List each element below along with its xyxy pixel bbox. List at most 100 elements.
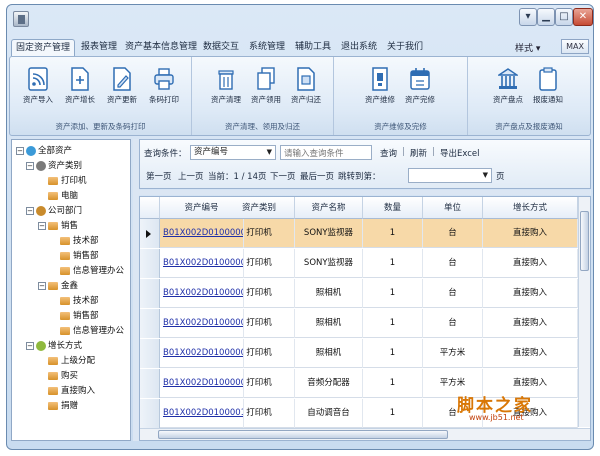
table-row[interactable]: B01X002D01000007 打印机 照相机 1 台直接购入 xyxy=(140,309,578,338)
house-icon xyxy=(36,205,46,216)
query-field-select[interactable]: 资产编号 ▼ xyxy=(190,145,276,160)
collapse-icon[interactable]: − xyxy=(26,161,34,170)
table-cell: 台 xyxy=(423,219,483,248)
tree-node-finance-group[interactable]: − 金鑫 xyxy=(38,279,78,293)
print-barcode-button[interactable]: 条码打印 xyxy=(144,67,184,105)
folder-icon xyxy=(60,251,70,260)
last-page-button[interactable]: 最后一页 xyxy=(300,170,334,182)
query-input[interactable] xyxy=(280,145,372,160)
tree-node-info-office-2[interactable]: 信息管理办公 xyxy=(60,324,124,338)
tree-node-printer[interactable]: 打印机 xyxy=(48,174,87,188)
collapse-icon[interactable]: − xyxy=(16,146,24,155)
tree-node-info-office[interactable]: 信息管理办公 xyxy=(60,264,124,278)
tree-node-sales-dept-2[interactable]: 销售部 xyxy=(60,309,99,323)
add-asset-button[interactable]: 资产增长 xyxy=(60,67,100,105)
tab-asset-management[interactable]: 固定资产管理 xyxy=(11,39,75,56)
chevron-down-icon: ▼ xyxy=(266,148,272,156)
tab-asset-info[interactable]: 资产基本信息管理 xyxy=(125,39,197,56)
tab-reports[interactable]: 报表管理 xyxy=(79,39,119,56)
row-header[interactable] xyxy=(140,309,160,338)
repair-asset-button[interactable]: 资产维修 xyxy=(360,67,400,105)
chevron-down-icon: ▼ xyxy=(482,171,488,179)
tree-node-sales-dept[interactable]: 销售部 xyxy=(60,249,99,263)
jump-page-select[interactable]: ▼ xyxy=(408,168,492,183)
tab-exit[interactable]: 退出系统 xyxy=(339,39,379,56)
first-page-button[interactable]: 第一页 xyxy=(146,170,172,182)
row-header[interactable] xyxy=(140,249,160,278)
folder-icon xyxy=(48,281,58,290)
table-cell: 照相机 xyxy=(295,309,363,338)
table-cell: 打印机 xyxy=(224,249,295,278)
tab-tools[interactable]: 辅助工具 xyxy=(293,39,333,56)
column-header[interactable]: 资产类别 xyxy=(224,197,295,219)
prev-page-button[interactable]: 上一页 xyxy=(178,170,204,182)
next-page-button[interactable]: 下一页 xyxy=(270,170,296,182)
collapse-icon[interactable]: − xyxy=(26,341,34,350)
collapse-grip[interactable] xyxy=(139,190,591,195)
tree-node-growth[interactable]: − 增长方式 xyxy=(26,339,82,353)
clear-asset-button[interactable]: 资产清理 xyxy=(206,67,246,105)
group-label-repair: 资产维修及完修 xyxy=(374,122,427,131)
tree-node-computer[interactable]: 电脑 xyxy=(48,189,78,203)
row-header[interactable] xyxy=(140,219,160,248)
tree-node-sales-group[interactable]: − 销售 xyxy=(38,219,78,233)
row-header[interactable] xyxy=(140,339,160,368)
max-button[interactable]: MAX xyxy=(561,39,589,54)
export-excel-button[interactable]: 导出Excel xyxy=(440,147,480,159)
tab-data-exchange[interactable]: 数据交互 xyxy=(201,39,241,56)
collapse-icon[interactable]: − xyxy=(38,281,46,290)
scroll-thumb[interactable] xyxy=(158,430,448,439)
update-asset-button[interactable]: 资产更新 xyxy=(102,67,142,105)
table-cell: 1 xyxy=(363,279,423,308)
quick-menu-button[interactable]: ▾ xyxy=(519,8,537,26)
tree-node-upper[interactable]: 上级分配 xyxy=(48,354,95,368)
row-header[interactable] xyxy=(140,279,160,308)
column-header[interactable]: 资产名称 xyxy=(295,197,363,219)
group-add-update: 资产导入 资产增长 资产更新 条码打印 资产添加、更新及条码打印 xyxy=(10,57,192,135)
refresh-button[interactable]: 刷新 xyxy=(410,147,427,159)
trash-icon xyxy=(218,70,234,90)
table-row[interactable]: B01X002D01000005 打印机 SONY监视器 1 台直接购入 xyxy=(140,249,578,278)
vertical-scrollbar[interactable] xyxy=(578,197,590,427)
table-cell: 直接购入 xyxy=(483,309,578,338)
minimize-button[interactable]: ▁ xyxy=(537,8,555,26)
tab-system[interactable]: 系统管理 xyxy=(247,39,287,56)
folder-icon xyxy=(60,311,70,320)
tree-node-root[interactable]: − 全部资产 xyxy=(16,144,72,158)
style-dropdown[interactable]: 样式 ▾ xyxy=(515,41,540,54)
collapse-icon[interactable]: − xyxy=(26,206,34,215)
tree-node-purchase[interactable]: 购买 xyxy=(48,369,78,383)
inventory-button[interactable]: 资产盘点 xyxy=(488,67,528,105)
scrap-notice-button[interactable]: 报废通知 xyxy=(528,67,568,105)
maximize-button[interactable]: □ xyxy=(555,8,573,26)
table-row[interactable]: B01X002D01000008 打印机 照相机 1 平方米 直接购入 xyxy=(140,339,578,368)
table-row[interactable]: B01X002D01000004 打印机 SONY监视器 1 台直接购入 xyxy=(140,219,578,248)
close-button[interactable]: ✕ xyxy=(573,8,593,26)
horizontal-scrollbar[interactable] xyxy=(140,428,590,440)
tree-node-tech-dept[interactable]: 技术部 xyxy=(60,234,99,248)
repair-done-button[interactable]: 资产完修 xyxy=(400,67,440,105)
tree-node-donate[interactable]: 捐赠 xyxy=(48,399,78,413)
row-header[interactable] xyxy=(140,369,160,398)
row-header[interactable] xyxy=(140,399,160,428)
scroll-thumb[interactable] xyxy=(580,211,589,271)
ribbon-panel: 资产导入 资产增长 资产更新 条码打印 资产添加、更新及条码打印 资产清理 资产… xyxy=(9,56,591,136)
column-header[interactable]: 数量 xyxy=(363,197,423,219)
collapse-icon[interactable]: − xyxy=(38,221,46,230)
tree-node-departments[interactable]: − 公司部门 xyxy=(26,204,82,218)
search-button[interactable]: 查询 xyxy=(380,147,397,159)
column-header[interactable]: 单位 xyxy=(423,197,483,219)
borrow-asset-button[interactable]: 资产领用 xyxy=(246,67,286,105)
table-cell: 直接购入 xyxy=(483,339,578,368)
tree-node-direct[interactable]: 直接购入 xyxy=(48,384,95,398)
table-cell: 1 xyxy=(363,339,423,368)
tree-node-category[interactable]: − 资产类别 xyxy=(26,159,82,173)
table-cell: 打印机 xyxy=(224,369,295,398)
tree-node-tech-dept-2[interactable]: 技术部 xyxy=(60,294,99,308)
import-button[interactable]: 资产导入 xyxy=(18,67,58,105)
return-asset-button[interactable]: 资产归还 xyxy=(286,67,326,105)
folder-icon xyxy=(48,221,58,230)
table-row[interactable]: B01X002D01000006 打印机 照相机 1 台直接购入 xyxy=(140,279,578,308)
tab-about[interactable]: 关于我们 xyxy=(385,39,425,56)
column-header[interactable]: 增长方式 xyxy=(483,197,578,219)
